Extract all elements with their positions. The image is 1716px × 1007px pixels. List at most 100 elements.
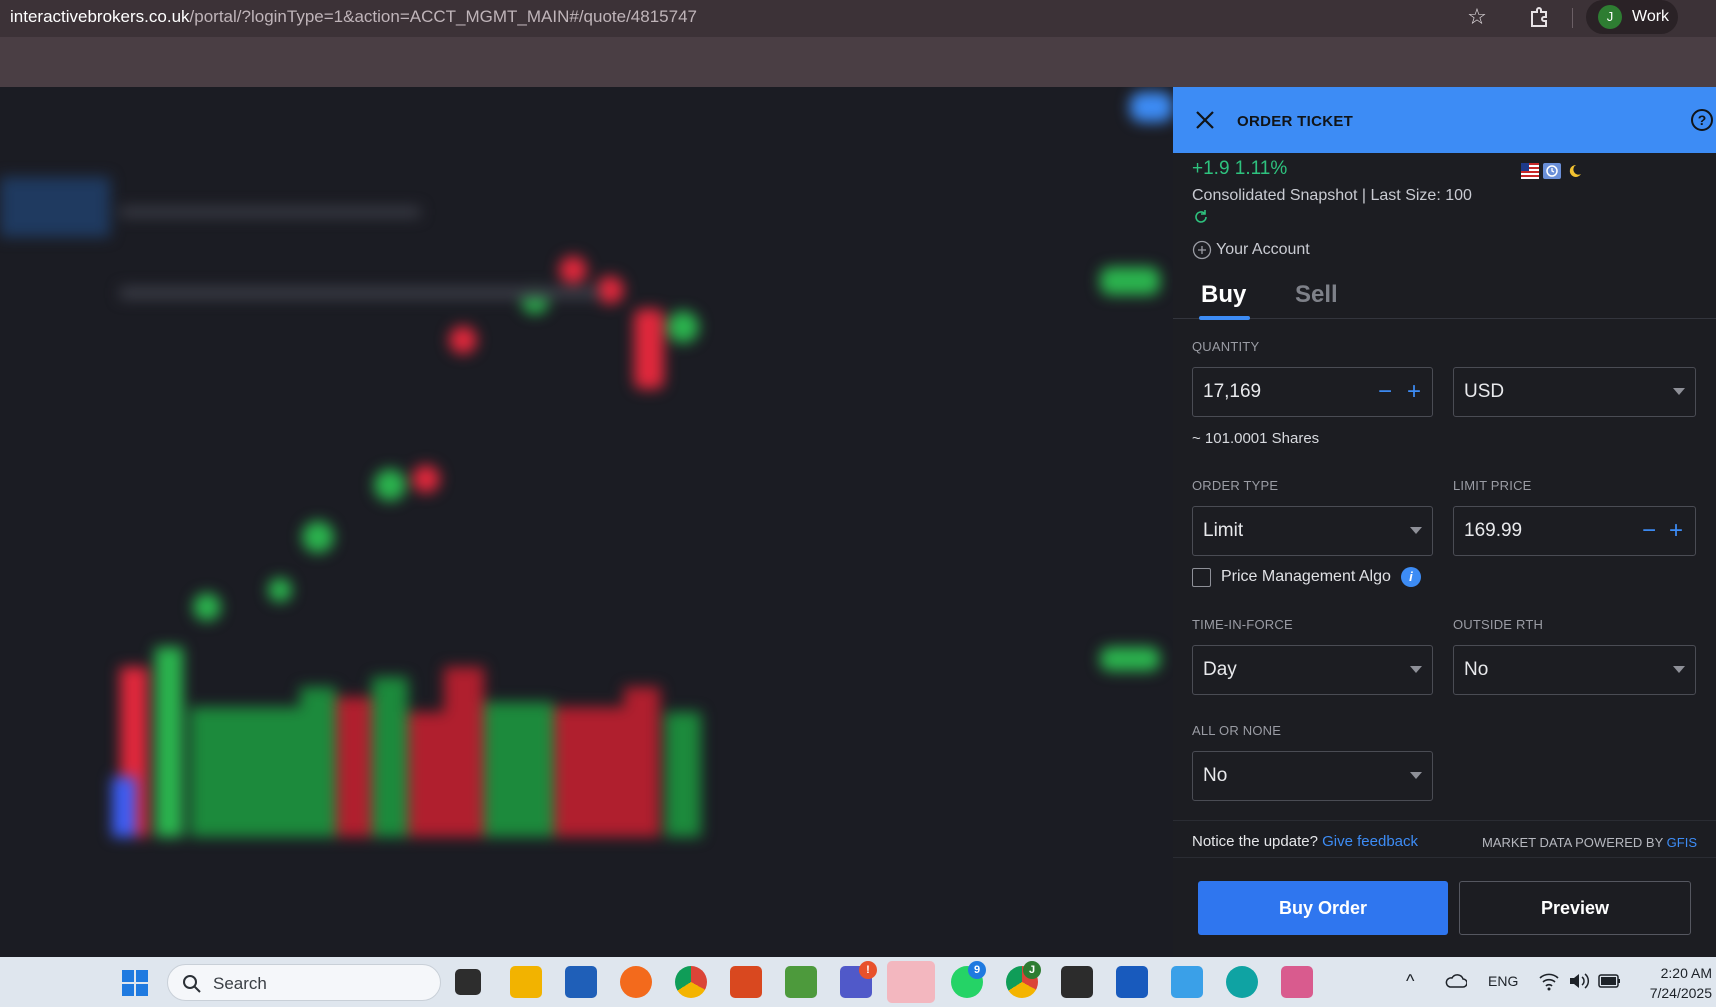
search-placeholder: Search — [213, 974, 267, 993]
toolbar-divider — [1572, 8, 1573, 28]
price-management-algo-checkbox[interactable] — [1192, 567, 1211, 587]
page-toolbar — [0, 37, 1716, 87]
edge-icon[interactable] — [1226, 966, 1258, 998]
order-type-label: ORDER TYPE — [1192, 478, 1279, 493]
info-icon[interactable]: i — [1400, 567, 1421, 587]
buy-sell-tabs: Buy Sell — [1173, 281, 1716, 320]
profile-avatar: J — [1598, 5, 1622, 29]
order-type-select[interactable]: Limit — [1192, 506, 1433, 556]
bookmark-star-icon[interactable]: ☆ — [1465, 5, 1489, 29]
feedback-notice: Notice the update? Give feedback — [1192, 833, 1418, 850]
footer-divider — [1173, 857, 1716, 858]
taskbar-clock-time[interactable]: 2:20 AM — [1652, 965, 1712, 981]
all-or-none-label: ALL OR NONE — [1192, 723, 1282, 738]
your-account-label: Your Account — [1216, 241, 1310, 258]
clock-icon — [1543, 163, 1561, 179]
plus-circle-icon — [1192, 240, 1212, 260]
taskbar-clock-date[interactable]: 7/24/2025 — [1640, 985, 1712, 1001]
battery-icon[interactable] — [1598, 972, 1622, 990]
whatsapp-count-badge: 9 — [968, 961, 986, 979]
windows-start-icon[interactable] — [121, 969, 149, 997]
time-in-force-label: TIME-IN-FORCE — [1192, 617, 1293, 632]
chevron-down-icon — [1410, 527, 1422, 534]
order-ticket-panel: ORDER TICKET ? +1.9 1.11% Consolidated S… — [1173, 87, 1716, 957]
quantity-value: 17,169 — [1203, 381, 1262, 402]
give-feedback-link[interactable]: Give feedback — [1322, 833, 1418, 850]
windows-taskbar: Search ! 9 J ^ ENG 2:20 AM 7/24/2025 — [0, 957, 1716, 1007]
chrome-profile-badge: J — [1023, 961, 1041, 979]
quantity-input[interactable]: 17,169 − + — [1192, 367, 1433, 417]
microsoft-store-icon[interactable] — [565, 966, 597, 998]
extensions-icon[interactable] — [1528, 5, 1552, 29]
green-app-icon[interactable] — [785, 966, 817, 998]
preview-button[interactable]: Preview — [1459, 881, 1691, 935]
terminal-icon[interactable] — [1061, 966, 1093, 998]
market-status-icons — [1521, 163, 1583, 179]
outside-rth-label: OUTSIDE RTH — [1453, 617, 1544, 632]
tab-buy[interactable]: Buy — [1201, 281, 1246, 309]
limit-price-input[interactable]: 169.99 − + — [1453, 506, 1696, 556]
your-account-link[interactable]: Your Account — [1192, 240, 1310, 260]
market-data-credit: MARKET DATA POWERED BY GFIS — [1482, 835, 1697, 850]
teams-alert-badge: ! — [859, 961, 877, 979]
time-in-force-value: Day — [1203, 659, 1237, 680]
quantity-label: QUANTITY — [1192, 339, 1260, 354]
profile-button[interactable]: J Work — [1586, 0, 1678, 34]
currency-value: USD — [1464, 381, 1505, 402]
remote-desktop-icon[interactable] — [730, 966, 762, 998]
url-field[interactable]: interactivebrokers.co.uk/portal/?loginTy… — [10, 7, 697, 27]
price-management-algo-label: Price Management Algo — [1221, 568, 1391, 585]
buy-order-button[interactable]: Buy Order — [1198, 881, 1448, 935]
clock-app-icon[interactable] — [887, 961, 935, 1003]
chrome-icon[interactable] — [675, 966, 707, 998]
footer-divider — [1173, 820, 1716, 821]
search-icon — [183, 975, 201, 993]
outside-rth-select[interactable]: No — [1453, 645, 1696, 695]
powered-text: MARKET DATA POWERED BY — [1481, 835, 1664, 850]
quantity-increment-button[interactable]: + — [1403, 380, 1425, 404]
tab-sell[interactable]: Sell — [1295, 281, 1338, 309]
gfis-link[interactable]: GFIS — [1667, 835, 1697, 850]
order-ticket-title: ORDER TICKET — [1237, 113, 1354, 130]
outside-rth-value: No — [1464, 659, 1489, 680]
snipping-tool-icon[interactable] — [1281, 966, 1313, 998]
limit-price-increment-button[interactable]: + — [1665, 519, 1687, 543]
all-or-none-select[interactable]: No — [1192, 751, 1433, 801]
url-host: interactivebrokers.co.uk — [10, 7, 190, 26]
notice-text: Notice the update? — [1192, 833, 1318, 850]
volume-icon[interactable] — [1568, 971, 1590, 991]
blurred-candlestick-chart — [0, 92, 1173, 837]
order-ticket-header: ORDER TICKET ? — [1173, 87, 1716, 153]
snapshot-info: Consolidated Snapshot | Last Size: 100 — [1192, 187, 1472, 204]
wifi-icon[interactable] — [1538, 971, 1560, 991]
chevron-down-icon — [1410, 666, 1422, 673]
limit-price-value: 169.99 — [1464, 520, 1523, 541]
tray-overflow-icon[interactable]: ^ — [1406, 971, 1414, 992]
active-tab-indicator — [1199, 316, 1250, 320]
browser-address-bar: interactivebrokers.co.uk/portal/?loginTy… — [0, 0, 1716, 37]
close-icon[interactable] — [1193, 108, 1217, 132]
language-indicator[interactable]: ENG — [1488, 973, 1518, 989]
chart-area-blurred — [0, 87, 1173, 957]
chevron-down-icon — [1673, 666, 1685, 673]
chevron-down-icon — [1410, 772, 1422, 779]
quantity-decrement-button[interactable]: − — [1374, 380, 1396, 404]
word-icon[interactable] — [1116, 966, 1148, 998]
task-view-icon[interactable] — [455, 969, 481, 995]
onedrive-icon[interactable] — [1445, 972, 1467, 990]
all-or-none-value: No — [1203, 765, 1228, 786]
price-management-algo-row: Price Management Algo i — [1192, 567, 1421, 587]
limit-price-decrement-button[interactable]: − — [1638, 519, 1660, 543]
moon-icon — [1569, 164, 1581, 177]
price-change: +1.9 1.11% — [1192, 158, 1288, 179]
file-explorer-icon[interactable] — [510, 966, 542, 998]
refresh-icon[interactable] — [1192, 208, 1210, 226]
url-path: /portal/?loginType=1&action=ACCT_MGMT_MA… — [189, 7, 697, 26]
help-icon[interactable]: ? — [1691, 109, 1713, 131]
taskbar-search[interactable]: Search — [167, 964, 441, 1001]
firefox-icon[interactable] — [620, 966, 652, 998]
chevron-down-icon — [1673, 388, 1685, 395]
photos-icon[interactable] — [1171, 966, 1203, 998]
currency-select[interactable]: USD — [1453, 367, 1696, 417]
time-in-force-select[interactable]: Day — [1192, 645, 1433, 695]
